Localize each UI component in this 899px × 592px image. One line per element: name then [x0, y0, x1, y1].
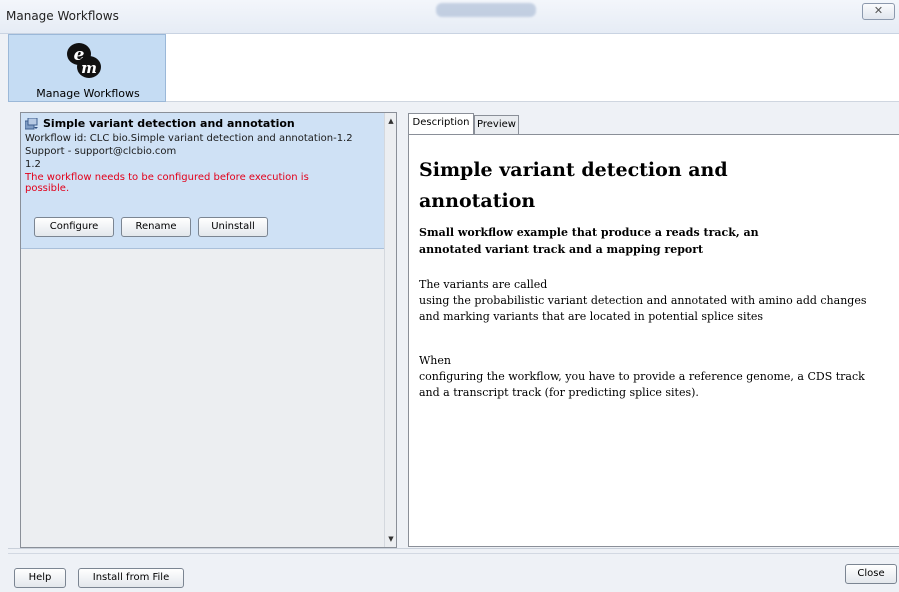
workflow-warning: The workflow needs to be configured befo… [25, 172, 309, 194]
workflow-icon [25, 118, 38, 130]
workflow-id: Workflow id: CLC bio.Simple variant dete… [25, 133, 353, 144]
description-para2-line3: and a transcript track (for predicting s… [419, 386, 699, 399]
manage-workflows-tool-button[interactable]: e m Manage Workflows [8, 34, 166, 102]
window-title: Manage Workflows [6, 9, 119, 23]
bottom-divider [8, 548, 899, 549]
workflow-manager-logo-icon: e m [67, 43, 101, 78]
description-subheading-line2: annotated variant track and a mapping re… [419, 243, 704, 256]
rename-button[interactable]: Rename [121, 217, 191, 237]
background-window-blur [436, 3, 536, 17]
description-paragraph-1: The variants are called using the probab… [419, 277, 897, 325]
workflow-version: 1.2 [25, 159, 41, 170]
bottom-bar: Help Install from File Close [8, 553, 899, 592]
title-bar: Manage Workflows ✕ [0, 0, 899, 34]
workflow-list[interactable]: Simple variant detection and annotation … [20, 112, 397, 548]
description-para1-line3: and marking variants that are located in… [419, 310, 764, 323]
description-para1-line1: The variants are called [419, 278, 548, 291]
description-heading-line1: Simple variant detection and [419, 159, 728, 181]
workflow-name: Simple variant detection and annotation [43, 117, 295, 130]
description-heading-line2: annotation [419, 190, 536, 212]
help-button[interactable]: Help [14, 568, 66, 588]
workflow-list-scrollbar[interactable]: ▲ ▼ [384, 113, 396, 547]
tab-preview[interactable]: Preview [474, 115, 519, 135]
description-para2-line2: configuring the workflow, you have to pr… [419, 370, 865, 383]
svg-text:m: m [81, 59, 97, 77]
description-para1-line2: using the probabilistic variant detectio… [419, 294, 867, 307]
close-icon: ✕ [873, 4, 884, 17]
description-panel: Simple variant detection and annotation … [408, 134, 899, 547]
description-heading: Simple variant detection and annotation [419, 155, 839, 217]
tab-description[interactable]: Description [408, 113, 474, 135]
description-subheading-line1: Small workflow example that produce a re… [419, 226, 759, 239]
install-from-file-button[interactable]: Install from File [78, 568, 184, 588]
toolbar: e m Manage Workflows [8, 34, 899, 102]
scroll-up-icon[interactable]: ▲ [385, 115, 397, 127]
workflow-support: Support - support@clcbio.com [25, 146, 177, 157]
window-close-button[interactable]: ✕ [862, 3, 895, 20]
uninstall-button[interactable]: Uninstall [198, 217, 268, 237]
description-para2-line1: When [419, 354, 451, 367]
description-subheading: Small workflow example that produce a re… [419, 224, 839, 258]
scroll-down-icon[interactable]: ▼ [385, 533, 397, 545]
configure-button[interactable]: Configure [34, 217, 114, 237]
workflow-list-item[interactable]: Simple variant detection and annotation … [21, 113, 384, 249]
manage-workflows-label: Manage Workflows [36, 87, 140, 100]
description-paragraph-2: When configuring the workflow, you have … [419, 353, 897, 401]
close-button[interactable]: Close [845, 564, 897, 584]
